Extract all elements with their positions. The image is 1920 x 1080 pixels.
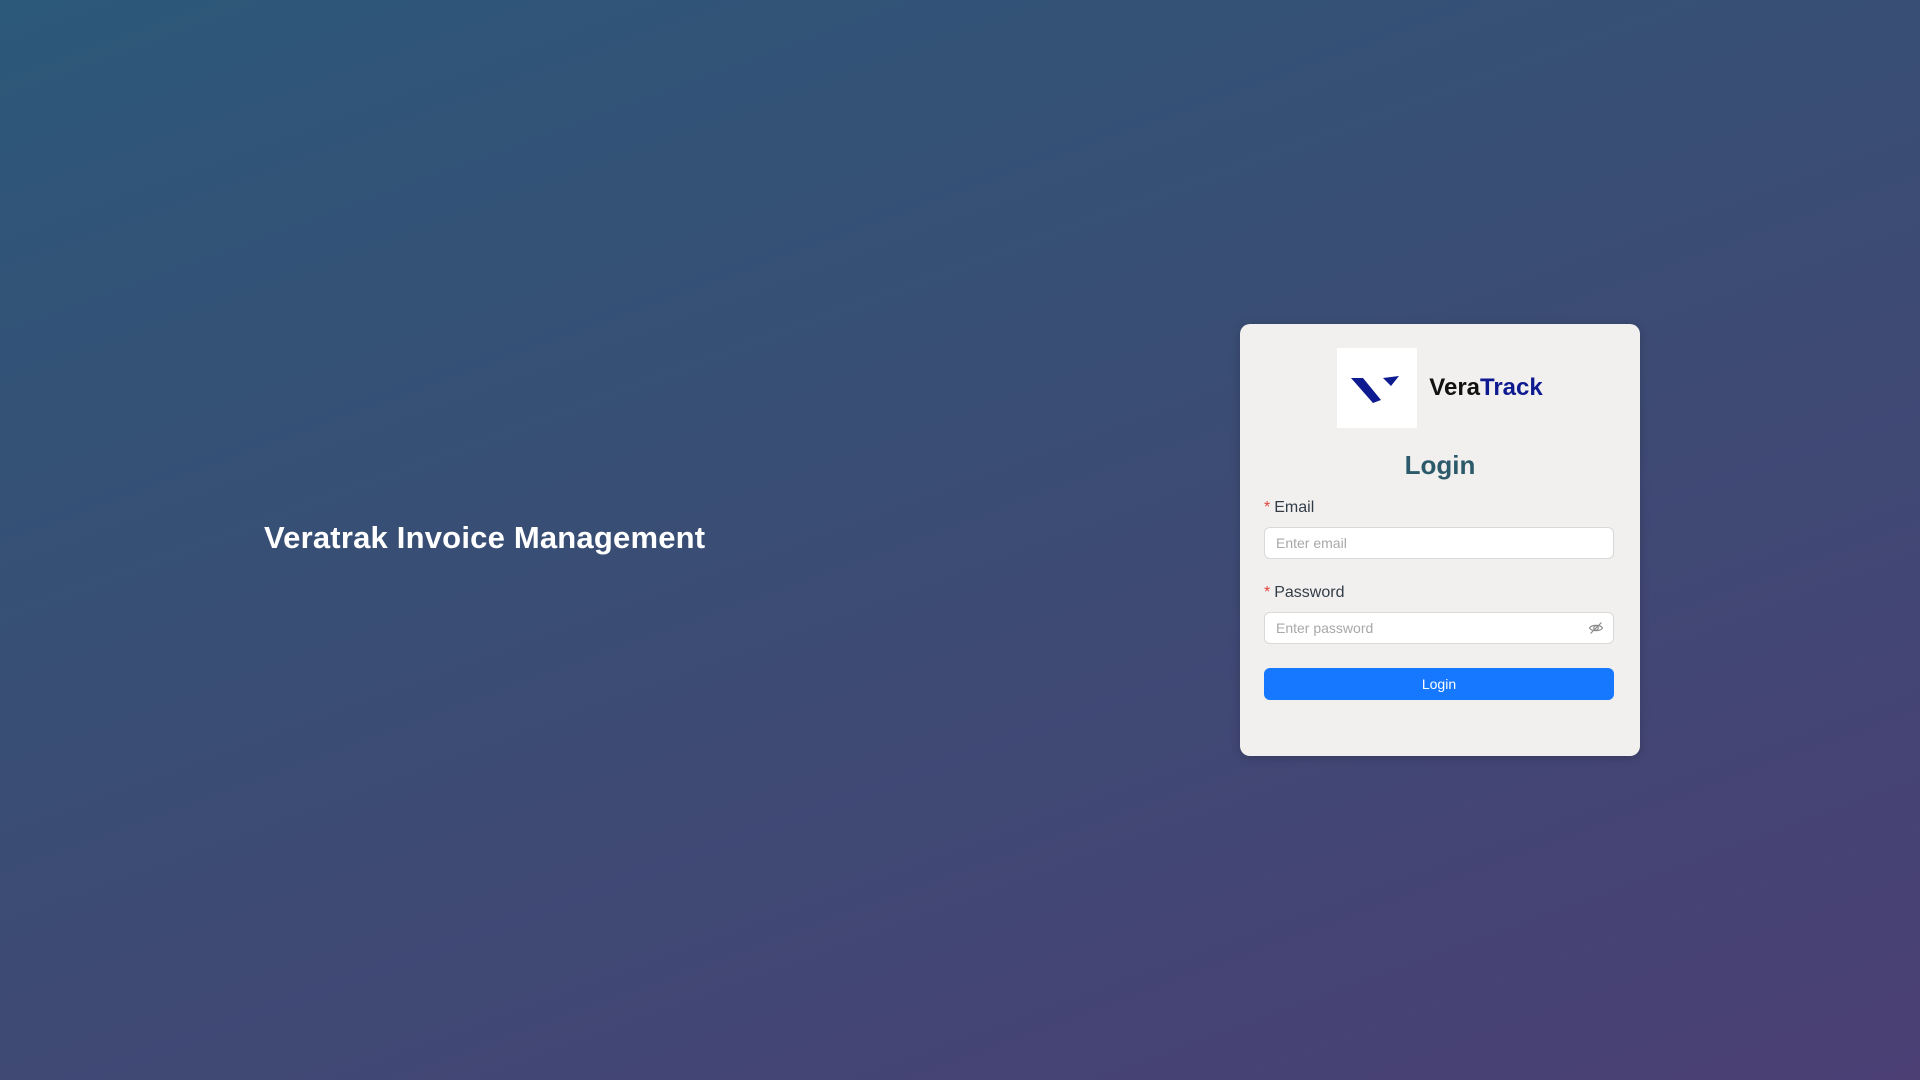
login-button[interactable]: Login: [1264, 668, 1614, 700]
password-label: * Password: [1264, 583, 1616, 603]
password-visibility-toggle[interactable]: [1588, 620, 1604, 636]
login-title: Login: [1404, 450, 1476, 480]
hero-title: Veratrak Invoice Management: [264, 520, 706, 555]
login-card: VeraTrack Login *Email *Password Login: [1240, 324, 1640, 756]
email-input-wrap: [1264, 527, 1614, 559]
brand-name-part-2: Track: [1480, 374, 1543, 401]
brand-header: VeraTrack: [1264, 348, 1616, 428]
password-label-text: Password: [1274, 584, 1345, 601]
password-field-group: * Password: [1264, 583, 1616, 644]
logo-box: [1337, 348, 1418, 428]
password-input[interactable]: [1264, 612, 1614, 644]
brand-name-part-1: Vera: [1429, 374, 1480, 401]
password-required-marker: *: [1264, 584, 1271, 601]
veratrack-logo-icon: [1351, 376, 1400, 403]
brand-name: VeraTrack: [1429, 374, 1542, 402]
email-label: * Email: [1264, 498, 1616, 518]
email-required-marker: *: [1264, 499, 1271, 516]
email-field-group: * Email: [1264, 498, 1616, 559]
eye-hidden-icon: [1588, 622, 1604, 634]
email-input[interactable]: [1264, 527, 1614, 559]
email-label-text: Email: [1274, 499, 1315, 516]
password-input-wrap: [1264, 612, 1614, 644]
